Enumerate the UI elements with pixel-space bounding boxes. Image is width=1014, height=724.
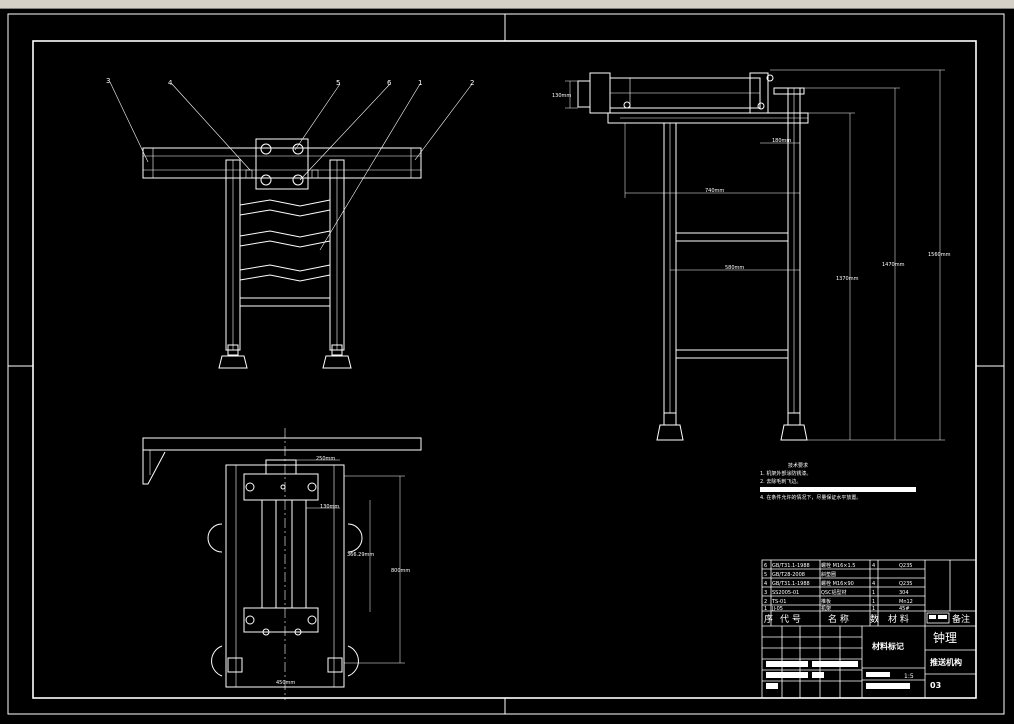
cylinder-end-cap	[589, 72, 611, 114]
dim-1370: 1370mm	[836, 276, 859, 282]
centering-marks	[8, 14, 1004, 714]
bom-row-code: TS-01	[771, 599, 786, 605]
dim-366: 366.29mm	[347, 552, 374, 558]
dim-130b: 130mm	[320, 504, 339, 510]
bom-header-remark: 备注	[952, 613, 970, 625]
save-icon[interactable]	[34, 0, 46, 8]
plan-view: 250mm 130mm 366.29mm 800mm 450mm	[142, 428, 422, 700]
dim-250: 250mm	[316, 456, 335, 462]
bom-row-code: SS2005-01	[772, 590, 799, 596]
dim-740: 740mm	[705, 188, 724, 194]
foot-left	[218, 355, 248, 369]
bom-row-name: 斜垫圈	[821, 571, 836, 578]
dim-800: 800mm	[391, 568, 410, 574]
bom-row-code: GB/T31.1-1988	[772, 581, 810, 587]
balloon-6: 6	[387, 79, 392, 87]
bom-row-name: 螺栓 M16×1.5	[821, 562, 855, 569]
part-leaders	[109, 81, 473, 251]
mounting-plate	[255, 138, 309, 190]
note-3-redacted	[760, 487, 916, 492]
bom-row-material: Mn12	[899, 599, 913, 605]
help-icon[interactable]	[780, 0, 792, 8]
bom-row-qty: 1	[872, 590, 875, 596]
bom-header-name: 名 称	[828, 613, 849, 625]
dim-580: 580mm	[725, 265, 744, 271]
bom-row-no: 5	[764, 572, 767, 578]
note-4: 4. 在条件允许的情况下，尽量保证水平放置。	[760, 494, 861, 501]
drawing-number: 03	[930, 681, 941, 690]
cad-drawing-canvas[interactable]: 3 4 5 6 1 2 130mm 180mm 740mm 580mm 1370…	[0, 9, 1014, 718]
bom-row-code: GB/T31.1-1988	[772, 563, 810, 569]
foot-right	[322, 355, 352, 369]
dim-1470: 1470mm	[882, 262, 905, 268]
bom-row-no: 6	[764, 563, 767, 569]
bom-header-code: 代 号	[780, 614, 801, 625]
material-mark: 材料标记	[872, 641, 904, 651]
balloon-1: 1	[418, 79, 422, 87]
properties-icon[interactable]	[455, 0, 467, 8]
company-name: 钟理	[933, 630, 957, 645]
note-1: 1. 机架外部涂防锈漆。	[760, 470, 811, 477]
drawing-name: 推送机构	[930, 657, 962, 667]
bom-row-qty: 4	[872, 563, 875, 569]
side-view: 130mm 180mm 740mm 580mm 1370mm 1470mm 15…	[552, 69, 951, 441]
dim-450: 450mm	[276, 680, 295, 686]
balloon-3: 3	[106, 77, 110, 85]
technical-notes: 技术要求 1. 机架外部涂防锈漆。 2. 去除毛刺飞边。 4. 在条件允许的情况…	[760, 462, 916, 501]
outer-frame	[7, 13, 1005, 715]
title-block: 6 GB/T31.1-1988 螺栓 M16×1.5 4 Q235 5 GB/T…	[761, 559, 977, 699]
text-icon[interactable]	[272, 0, 284, 8]
scale-value: 1:5	[904, 673, 914, 680]
grid-icon[interactable]	[388, 0, 400, 8]
bom-row-material: Q235	[899, 563, 912, 569]
bom-row-material: 304	[899, 590, 909, 596]
balloon-2: 2	[470, 79, 474, 87]
bom-row-material: Q235	[899, 581, 912, 587]
bom-row-code: JJ-05	[771, 606, 783, 612]
profile-beam	[142, 147, 422, 179]
bom-row-no: 2	[764, 599, 767, 605]
bom-row-qty: 1	[872, 599, 875, 605]
note-2: 2. 去除毛刺飞边。	[760, 478, 801, 485]
bom-row-qty: 1	[872, 606, 875, 612]
title-block-redactions	[766, 661, 910, 689]
balloon-4: 4	[168, 79, 173, 87]
inner-frame	[32, 40, 977, 699]
layer-icon[interactable]	[340, 0, 352, 8]
bom-row-qty: 4	[872, 581, 875, 587]
bom-header-no: 序	[764, 613, 773, 625]
bom-header-qty: 数	[870, 613, 879, 625]
bom-row-no: 1	[764, 606, 767, 612]
open-icon[interactable]	[6, 0, 18, 8]
zoom-icon[interactable]	[92, 0, 104, 8]
bom-row-material: 45#	[899, 606, 910, 612]
balloon-5: 5	[336, 79, 340, 87]
notes-title: 技术要求	[788, 462, 808, 469]
status-strip	[0, 718, 1014, 724]
dim-130: 130mm	[552, 93, 571, 99]
bom-header-material: 材 料	[888, 613, 909, 625]
bom-row-name: 螺栓 M16×90	[821, 580, 854, 587]
dim-180: 180mm	[772, 138, 791, 144]
bom-row-no: 3	[764, 590, 767, 596]
dim-1560: 1560mm	[928, 252, 951, 258]
cad-toolbar	[0, 0, 1014, 9]
bom-row-name: 机架	[821, 605, 831, 612]
bom-row-code: GB/T28-2008	[772, 572, 805, 578]
bom-row-name: 推板	[821, 598, 831, 605]
front-view: 3 4 5 6 1 2	[106, 77, 474, 369]
bom-row-name: QSC铝型材	[821, 589, 847, 596]
pan-icon[interactable]	[200, 0, 212, 8]
bom-row-no: 4	[764, 581, 767, 587]
